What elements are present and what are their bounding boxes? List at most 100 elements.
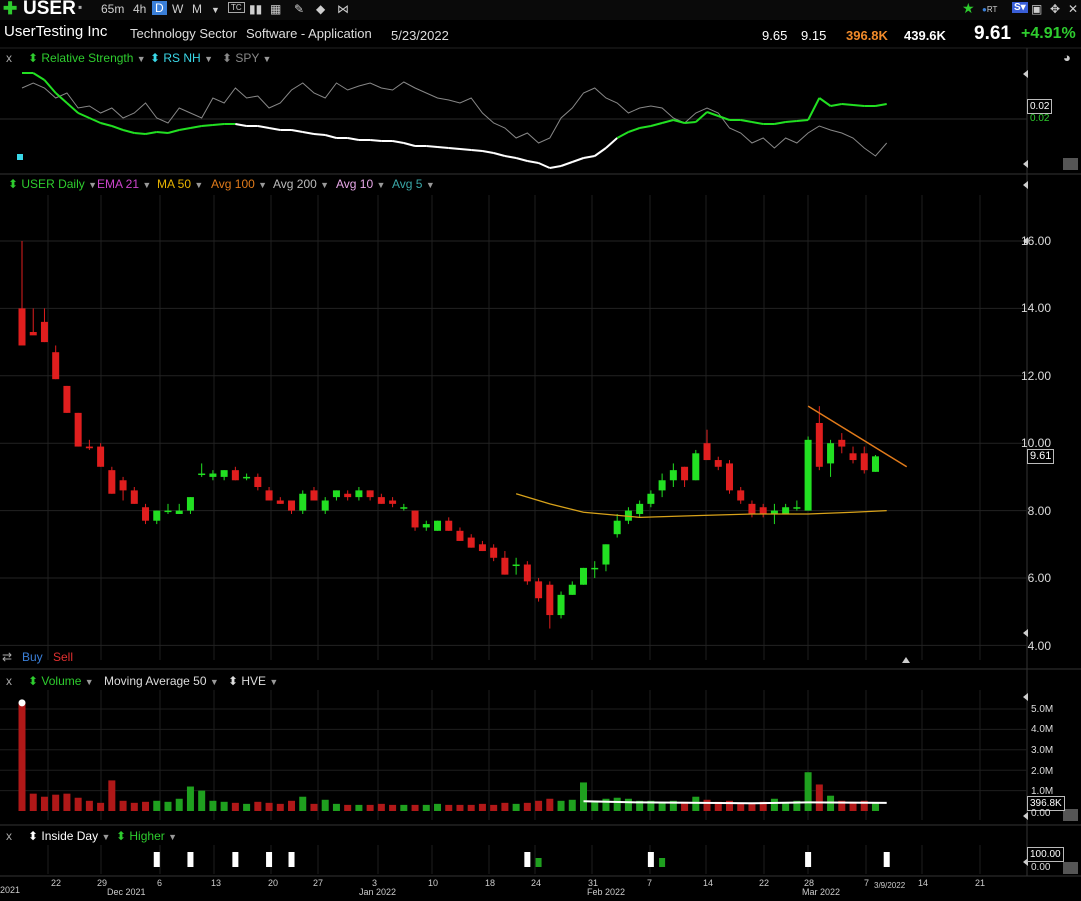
volume-bar xyxy=(467,804,475,811)
candle-body xyxy=(782,507,790,514)
date-label: 22 xyxy=(759,878,770,888)
rs-line-segment xyxy=(459,148,472,151)
candle-body xyxy=(568,584,576,595)
candle-body xyxy=(321,500,329,511)
volume-bar xyxy=(703,799,711,811)
volume-bar xyxy=(85,800,93,811)
rs-line-segment xyxy=(257,125,270,129)
volume-bar xyxy=(119,800,127,811)
axis-arrow-icon xyxy=(1023,693,1028,701)
volume-bar xyxy=(18,702,26,811)
rs-line-segment xyxy=(830,103,842,107)
inside-day-bar xyxy=(153,852,160,867)
rs-line-segment xyxy=(122,129,135,134)
rs-line-segment xyxy=(515,157,528,162)
ma50-line xyxy=(515,493,887,518)
volume-bar xyxy=(355,804,363,811)
rs-line-segment xyxy=(235,123,247,127)
candle-body xyxy=(130,490,138,504)
volume-bar xyxy=(389,804,397,811)
date-label: Mar 2022 xyxy=(802,887,841,897)
volume-bar xyxy=(175,798,183,811)
volume-bar xyxy=(613,797,621,811)
candle-body xyxy=(74,412,82,447)
candle-body xyxy=(815,422,823,467)
rs-line-segment xyxy=(212,123,225,126)
rs-line-segment xyxy=(583,155,595,159)
candle-body xyxy=(119,480,127,491)
scroll-right-button xyxy=(1063,158,1078,170)
candle-body xyxy=(445,520,453,531)
candle-body xyxy=(142,507,150,521)
price-tick-4: 4.00 xyxy=(1027,639,1051,653)
candle-body xyxy=(860,453,868,471)
volume-bar xyxy=(254,801,262,811)
candle-body xyxy=(243,476,251,479)
candle-body xyxy=(18,308,26,346)
rs-line-segment xyxy=(818,97,832,107)
volume-bar xyxy=(568,799,576,811)
candle-body xyxy=(636,503,644,514)
volume-bar xyxy=(546,798,554,811)
candle-body xyxy=(512,564,520,567)
volume-bar xyxy=(130,802,138,811)
candle-body xyxy=(366,490,374,498)
candle-body xyxy=(377,497,385,504)
rs-line-segment xyxy=(807,97,821,121)
rs-line-segment xyxy=(134,132,146,135)
rs-line-segment xyxy=(437,146,449,149)
rs-line-segment xyxy=(471,149,483,152)
price-tick-12: 12.00 xyxy=(1020,369,1051,383)
rs-line-segment xyxy=(347,137,360,141)
candle-body xyxy=(456,530,464,541)
volume-bar xyxy=(344,804,352,811)
volume-bar xyxy=(276,803,284,811)
candle-body xyxy=(299,493,307,511)
rs-line-segment xyxy=(448,147,461,150)
candle-body xyxy=(725,463,733,491)
price-value-box: 9.61 xyxy=(1027,449,1055,464)
volume-bar xyxy=(501,802,509,811)
volume-bar xyxy=(220,801,228,811)
candle-body xyxy=(748,503,756,514)
candle-body xyxy=(186,497,194,511)
rs-line-segment xyxy=(560,161,573,167)
rs-new-high-marker xyxy=(17,154,23,160)
date-label: 6 xyxy=(157,878,163,888)
rs-line-segment xyxy=(695,111,708,123)
candle-body xyxy=(692,453,700,481)
vol-tick-5m: 5.0M xyxy=(1031,704,1054,715)
vol-tick-3m: 3.0M xyxy=(1031,745,1054,756)
volume-bar xyxy=(557,800,565,811)
volume-bar xyxy=(523,802,531,811)
date-label: 18 xyxy=(485,878,496,888)
rs-line-segment xyxy=(571,157,584,163)
date-label: 13 xyxy=(211,878,222,888)
rs-line-segment xyxy=(370,139,382,142)
stock-chart[interactable] xyxy=(0,0,1081,901)
candle-body xyxy=(97,446,105,467)
rs-line-segment xyxy=(594,147,607,157)
candle-body xyxy=(658,480,666,491)
rs-line-segment xyxy=(190,125,202,129)
volume-bar xyxy=(299,796,307,811)
date-label: 10 xyxy=(428,878,439,888)
date-label: 14 xyxy=(918,878,929,888)
candle-body xyxy=(849,453,857,461)
candle-body xyxy=(422,524,430,528)
candle-body xyxy=(804,439,812,511)
candle-body xyxy=(602,544,610,565)
candle-body xyxy=(164,510,172,513)
volume-bar xyxy=(804,772,812,811)
volume-bar xyxy=(231,802,239,811)
volume-bar xyxy=(422,804,430,811)
date-label: 21 xyxy=(975,878,986,888)
candle-body xyxy=(400,507,408,509)
candle-body xyxy=(546,584,554,616)
price-tick-10: 10.00 xyxy=(1020,436,1051,450)
candle-body xyxy=(276,500,284,504)
candle-body xyxy=(254,476,262,488)
candle-body xyxy=(288,500,296,511)
rs-line-segment xyxy=(291,129,303,133)
candle-body xyxy=(29,331,37,336)
